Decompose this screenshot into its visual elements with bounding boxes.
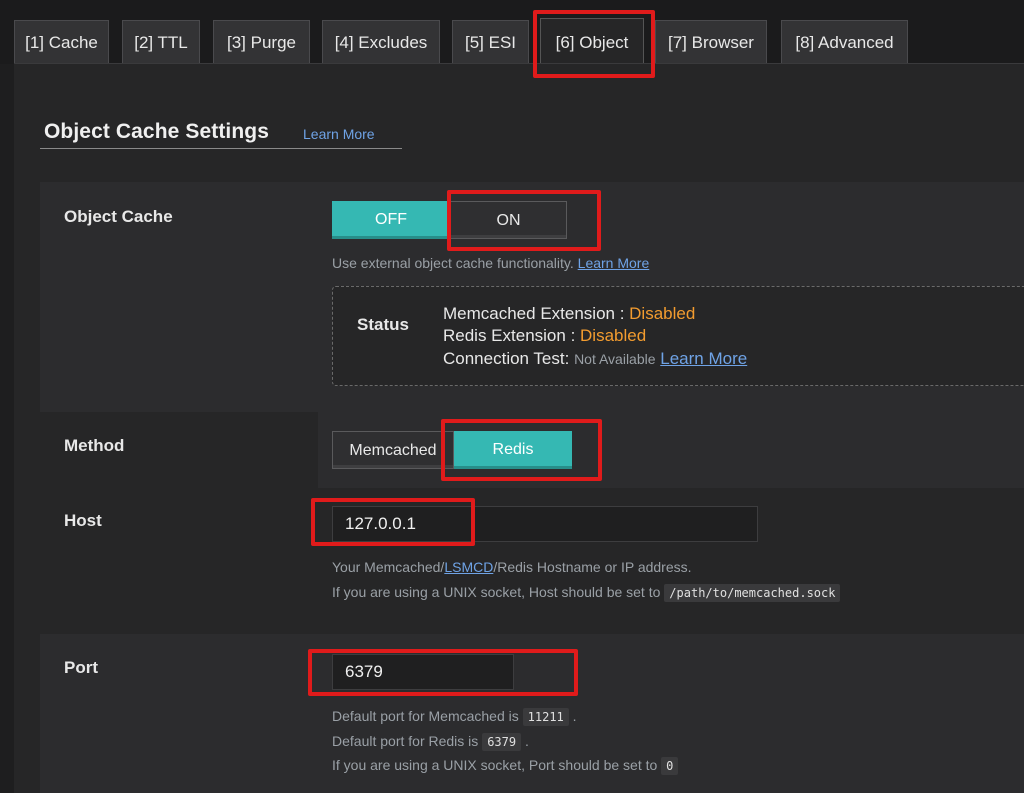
object-cache-hint-text: Use external object cache functionality. — [332, 255, 574, 271]
host-hint-1: Your Memcached/LSMCD/Redis Hostname or I… — [332, 559, 692, 575]
host-hint-1-post: /Redis Hostname or IP address. — [493, 559, 692, 575]
lsmcd-link[interactable]: LSMCD — [444, 559, 493, 575]
port-hint-3: If you are using a UNIX socket, Port sho… — [332, 757, 679, 775]
section-title: Object Cache Settings — [44, 120, 269, 143]
memcached-status: Memcached Extension : Disabled — [443, 304, 695, 324]
redis-port-code: 6379 — [482, 733, 522, 751]
tab-browser[interactable]: [7] Browser — [655, 20, 767, 64]
object-cache-learn-more-link[interactable]: Learn More — [578, 255, 650, 271]
method-memcached-button[interactable]: Memcached — [332, 431, 454, 469]
port-hint-2-text: Default port for Redis is — [332, 733, 479, 749]
redis-status: Redis Extension : Disabled — [443, 326, 646, 346]
redis-status-label: Redis Extension : — [443, 326, 576, 345]
tab-purge[interactable]: [3] Purge — [213, 20, 310, 64]
host-socket-code: /path/to/memcached.sock — [664, 584, 841, 602]
host-label: Host — [64, 511, 102, 530]
tab-bar: [1] Cache [2] TTL [3] Purge [4] Excludes… — [0, 0, 1024, 64]
host-hint-1-pre: Your Memcached/ — [332, 559, 445, 575]
object-cache-on-button[interactable]: ON — [450, 201, 567, 239]
object-cache-hint: Use external object cache functionality.… — [332, 255, 649, 271]
status-title: Status — [357, 315, 409, 334]
redis-status-value: Disabled — [580, 326, 647, 345]
tab-advanced[interactable]: [8] Advanced — [781, 20, 908, 64]
connection-test-label: Connection Test: — [443, 349, 570, 368]
connection-test-status: Connection Test: Not Available Learn Mor… — [443, 349, 747, 369]
port-hint-1-text: Default port for Memcached is — [332, 708, 519, 724]
host-hint-2: If you are using a UNIX socket, Host sho… — [332, 584, 841, 602]
method-toggle[interactable]: Memcached Redis — [332, 431, 572, 469]
host-input[interactable]: 127.0.0.1 — [332, 506, 758, 542]
port-hint-3-text: If you are using a UNIX socket, Port sho… — [332, 757, 658, 773]
port-input[interactable]: 6379 — [332, 654, 514, 690]
method-redis-button[interactable]: Redis — [454, 431, 572, 469]
tab-ttl[interactable]: [2] TTL — [122, 20, 200, 64]
port-hint-1-period: . — [572, 708, 577, 724]
method-label: Method — [64, 436, 125, 455]
tab-esi[interactable]: [5] ESI — [452, 20, 529, 64]
tab-excludes[interactable]: [4] Excludes — [322, 20, 440, 64]
object-cache-toggle[interactable]: OFF ON — [332, 201, 567, 239]
memcached-status-label: Memcached Extension : — [443, 304, 625, 323]
object-cache-label: Object Cache — [64, 207, 173, 226]
object-cache-off-button[interactable]: OFF — [332, 201, 450, 239]
port-hint-2-period: . — [524, 733, 529, 749]
connection-test-learn-more-link[interactable]: Learn More — [660, 349, 747, 368]
connection-test-value: Not Available — [574, 351, 656, 367]
status-box: Status Memcached Extension : Disabled Re… — [332, 286, 1024, 386]
tab-cache[interactable]: [1] Cache — [14, 20, 109, 64]
section-learn-more-link[interactable]: Learn More — [303, 126, 375, 142]
socket-port-code: 0 — [661, 757, 679, 775]
port-hint-1: Default port for Memcached is 11211 . — [332, 708, 577, 726]
memcached-port-code: 11211 — [522, 708, 569, 726]
host-hint-2-text: If you are using a UNIX socket, Host sho… — [332, 584, 661, 600]
tab-object[interactable]: [6] Object — [540, 18, 644, 64]
port-hint-2: Default port for Redis is 6379 . — [332, 733, 529, 751]
memcached-status-value: Disabled — [629, 304, 696, 323]
section-underline — [40, 148, 402, 149]
port-label: Port — [64, 658, 98, 677]
